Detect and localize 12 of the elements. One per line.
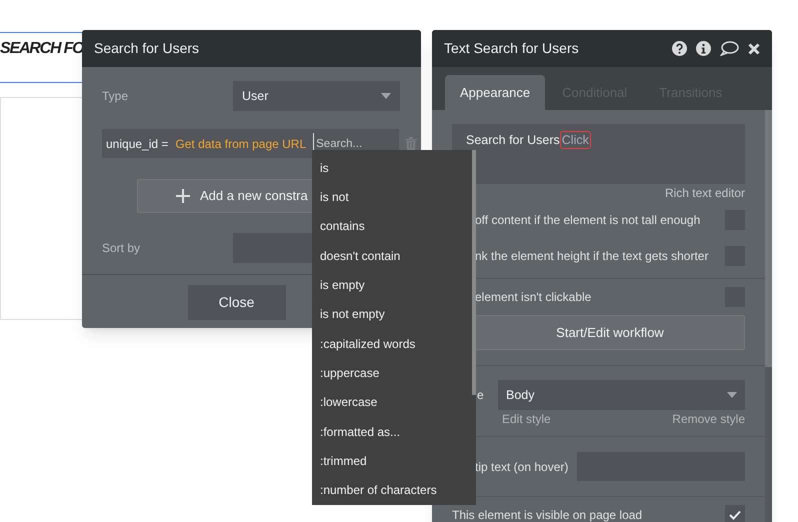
type-label: Type	[102, 88, 130, 105]
option-label: This element is visible on page load	[452, 506, 642, 522]
sort-label: Sort by	[102, 240, 142, 257]
style-label: e	[477, 387, 485, 404]
content-text: Search for Users	[466, 132, 560, 149]
option-label: off content if the element is not tall enough	[475, 212, 700, 229]
constraint-field: unique_id =	[106, 134, 168, 152]
panel-title: Text Search for Users	[444, 39, 579, 58]
tooltip-label: tip text (on hover)	[475, 458, 568, 476]
option-label: element isn't clickable	[475, 289, 592, 306]
option-label: nk the element height if the text gets shorter	[475, 248, 708, 265]
dialog-title: Search for Users	[94, 39, 200, 58]
